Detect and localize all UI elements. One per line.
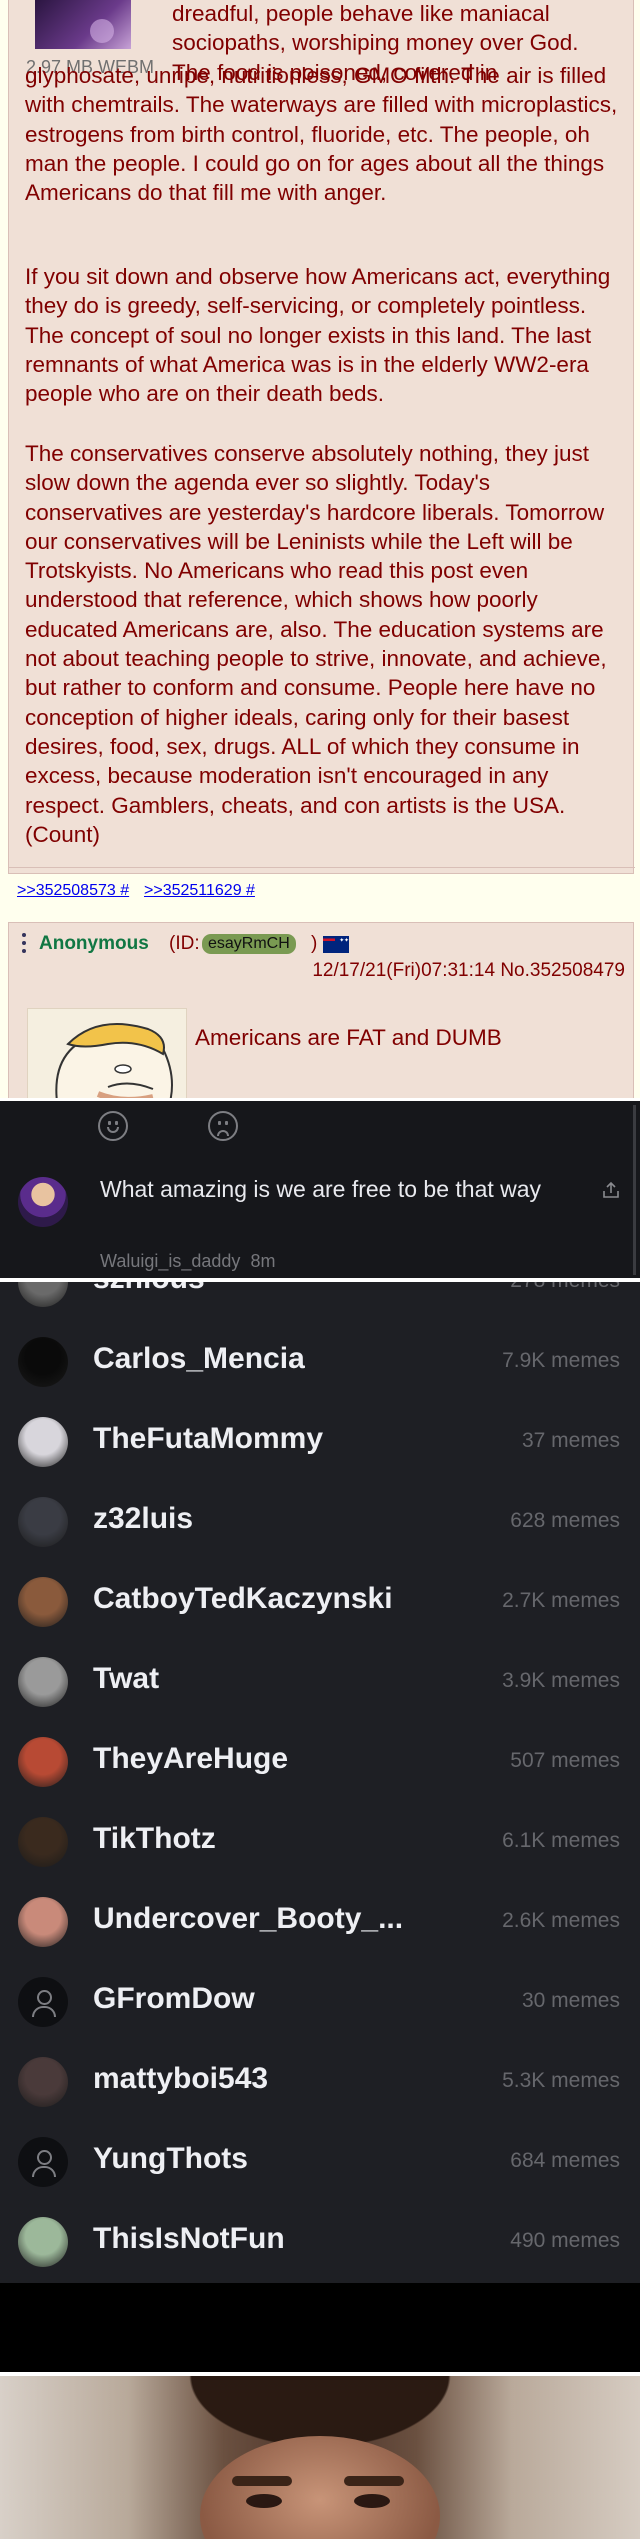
meme-count: 3.9K memes [502,1669,620,1692]
meme-count: 490 memes [510,2229,620,2252]
meme-count: 2.6K memes [502,1909,620,1932]
user-list: sznious 278 memes Carlos_Mencia 7.9K mem… [0,1278,640,2283]
username: YungThots [93,2142,248,2175]
user-avatar [18,1657,68,1707]
reply-text: Americans are FAT and DUMB [195,1025,502,1050]
username: Undercover_Booty_... [93,1902,404,1935]
meme-count: 2.7K memes [502,1589,620,1612]
user-avatar [18,1817,68,1867]
meme-count: 507 memes [510,1749,620,1772]
reply-post: Anonymous (ID: esayRmCH ) 12/17/21(Fri)0… [8,922,634,1098]
user-row[interactable]: YungThots 684 memes [0,2120,640,2200]
user-row[interactable]: CatboyTedKaczynski 2.7K memes [0,1560,640,1640]
scrollbar[interactable] [633,1105,636,1275]
username: CatboyTedKaczynski [93,1582,393,1615]
comment-meta: Waluigi_is_daddy 8m [100,1251,275,1272]
default-avatar-icon [18,2137,68,2187]
comment-panel: What amazing is we are free to be that w… [0,1098,640,1278]
post-text-continued: glyphosate, unripe, nutritionless, GMO f… [25,63,618,206]
post-menu-icon[interactable] [22,933,26,953]
username: GFromDow [93,1982,255,2015]
user-row[interactable]: ThisIsNotFun 490 memes [0,2200,640,2280]
user-avatar [18,2057,68,2107]
share-icon[interactable] [602,1181,620,1199]
username: ThisIsNotFun [93,2222,285,2255]
reply-link[interactable]: >>352511629 # [144,882,255,900]
backlinks: >>352508573 # >>352511629 # [9,867,635,911]
user-row[interactable]: z32luis 628 memes [0,1480,640,1560]
meme-count: 628 memes [510,1509,620,1532]
username: mattyboi543 [93,2062,269,2095]
thread-view: 2.97 MB WEBM dreadful, people behave lik… [0,0,640,1098]
username: TheFutaMommy [93,1422,324,1455]
default-avatar-icon [18,1977,68,2027]
comment-time: 8m [250,1251,276,1271]
meme-count: 7.9K memes [502,1349,620,1372]
frown-reaction-icon[interactable] [208,1111,238,1141]
commenter-avatar[interactable] [18,1177,68,1227]
poster-name: Anonymous [39,933,149,954]
user-avatar [18,1337,68,1387]
meme-count: 37 memes [521,1429,620,1452]
username: z32luis [93,1502,194,1535]
meme-count: 30 memes [521,1989,620,2012]
username: Twat [93,1662,160,1695]
op-post: 2.97 MB WEBM dreadful, people behave lik… [8,0,635,899]
smile-reaction-icon[interactable] [98,1111,128,1141]
reaction-photo [0,2376,640,2539]
user-avatar [18,1737,68,1787]
poster-id[interactable]: esayRmCH [202,934,296,954]
comment-text: What amazing is we are free to be that w… [100,1176,542,1202]
user-avatar [18,1897,68,1947]
user-row[interactable]: mattyboi543 5.3K memes [0,2040,640,2120]
meme-count: 684 memes [510,2149,620,2172]
post-paragraph-3: The conservatives conserve absolutely no… [25,441,607,847]
meme-count: 5.3K memes [502,2069,620,2092]
australia-flag-icon [323,936,349,953]
user-row[interactable]: GFromDow 30 memes [0,1960,640,2040]
username: sznious [93,1278,205,1295]
user-row[interactable]: TheFutaMommy 37 memes [0,1400,640,1480]
user-avatar [18,1417,68,1467]
user-avatar [18,1577,68,1627]
poster-id-suffix: ) [311,933,318,954]
user-avatar [18,1282,68,1307]
user-row[interactable]: Undercover_Booty_... 2.6K memes [0,1880,640,1960]
post-paragraph-2: If you sit down and observe how American… [25,264,611,407]
username: TheyAreHuge [93,1742,289,1775]
user-row[interactable]: TheyAreHuge 507 memes [0,1720,640,1800]
user-row[interactable]: sznious 278 memes [0,1278,640,1320]
user-row[interactable]: Carlos_Mencia 7.9K memes [0,1320,640,1400]
commenter-username[interactable]: Waluigi_is_daddy [100,1251,240,1271]
user-row[interactable]: Twat 3.9K memes [0,1640,640,1720]
user-avatar [18,2217,68,2267]
username: Carlos_Mencia [93,1342,305,1375]
reply-image-thumbnail[interactable] [27,1008,187,1098]
meme-count: 278 memes [510,1278,620,1292]
meme-count: 6.1K memes [502,1829,620,1852]
poster-id-prefix: (ID: [169,933,200,954]
username: TikThotz [93,1822,216,1855]
black-spacer [0,2283,640,2375]
user-avatar [18,1497,68,1547]
video-thumbnail[interactable] [35,0,131,49]
reply-link[interactable]: >>352508573 # [17,882,129,900]
post-datetime[interactable]: 12/17/21(Fri)07:31:14 No.352508479 [312,960,625,982]
user-row[interactable]: TikThotz 6.1K memes [0,1800,640,1880]
